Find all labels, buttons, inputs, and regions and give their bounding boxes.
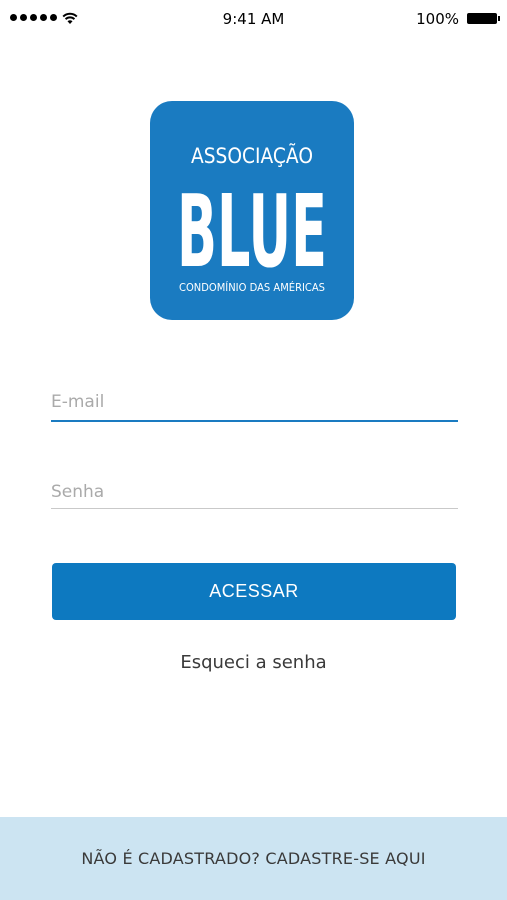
battery-percent: 100% bbox=[416, 10, 459, 28]
logo-text-association: ASSOCIAÇÃO bbox=[191, 142, 313, 168]
email-input[interactable] bbox=[51, 386, 458, 418]
battery-icon bbox=[467, 13, 500, 24]
login-button[interactable]: ACESSAR bbox=[52, 563, 456, 620]
status-bar: 9:41 AM 100% bbox=[0, 0, 507, 38]
password-input[interactable] bbox=[51, 476, 458, 507]
app-logo: ASSOCIAÇÃO BLUE CONDOMÍNIO DAS AMÉRICAS bbox=[150, 101, 354, 320]
forgot-password-link[interactable]: Esqueci a senha bbox=[0, 652, 507, 673]
password-field-wrapper bbox=[51, 476, 458, 509]
logo-text-subtitle: CONDOMÍNIO DAS AMÉRICAS bbox=[179, 281, 325, 294]
signup-link[interactable]: NÃO É CADASTRADO? CADASTRE-SE AQUI bbox=[0, 817, 507, 900]
email-field-wrapper bbox=[51, 386, 458, 422]
logo-text-blue: BLUE bbox=[177, 173, 327, 290]
